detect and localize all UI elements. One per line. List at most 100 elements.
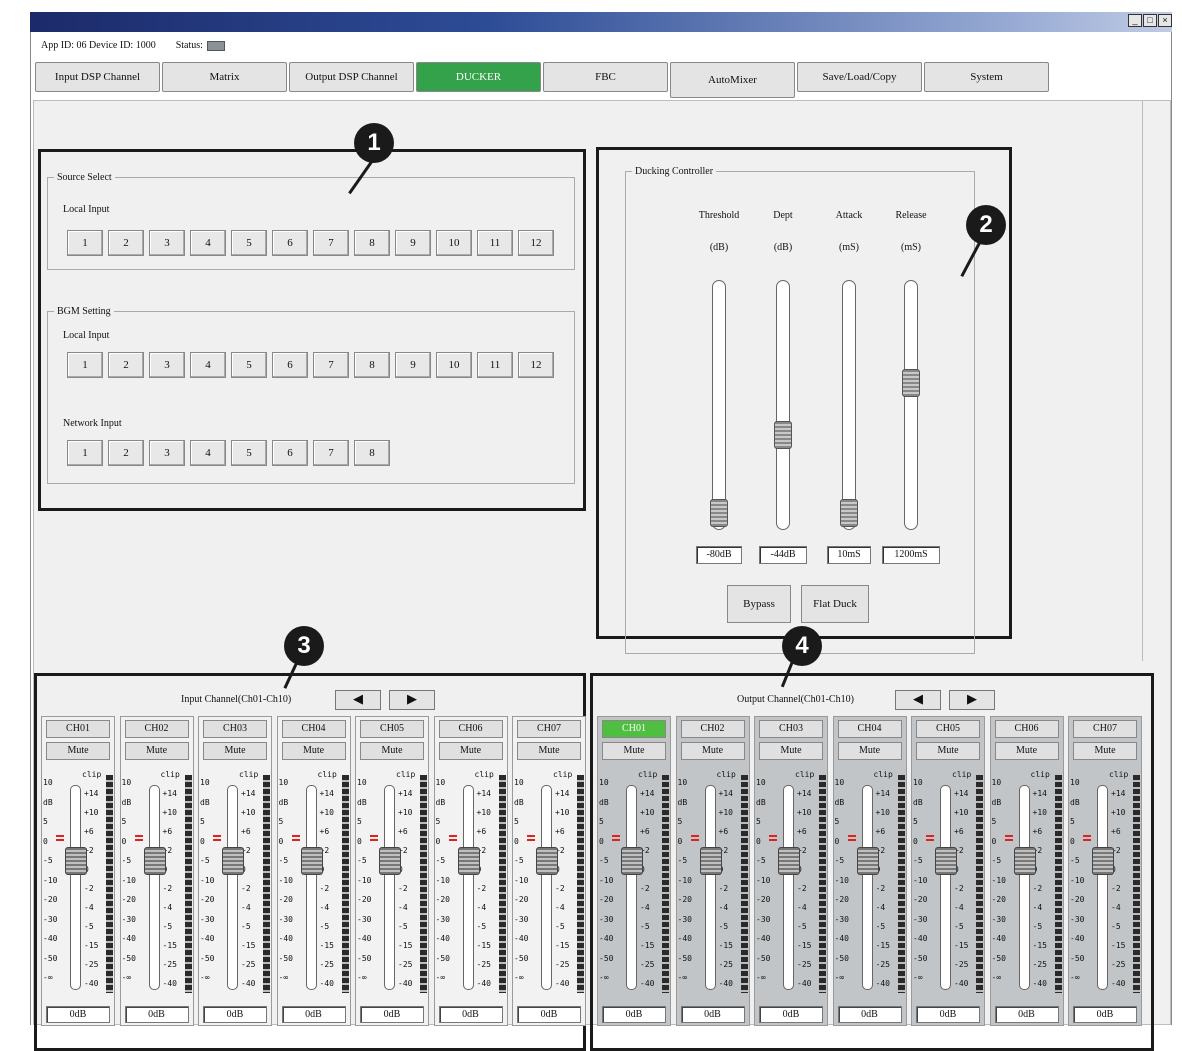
channel-select-button[interactable]: CH05: [360, 720, 424, 738]
fader-track[interactable]: [861, 785, 873, 990]
source-local-button-10[interactable]: 10: [436, 230, 472, 256]
fader-track[interactable]: [305, 785, 317, 990]
source-local-button-12[interactable]: 12: [518, 230, 554, 256]
bgm-local-button-9[interactable]: 9: [395, 352, 431, 378]
channel-select-button[interactable]: CH05: [916, 720, 980, 738]
maximize-button[interactable]: □: [1143, 14, 1157, 27]
dept-slider-track[interactable]: [776, 280, 790, 530]
fader-thumb[interactable]: [621, 847, 643, 875]
mute-button[interactable]: Mute: [46, 742, 110, 760]
flat-duck-button[interactable]: Flat Duck: [801, 585, 869, 623]
channel-select-button[interactable]: CH07: [517, 720, 581, 738]
fader-value[interactable]: 0dB: [281, 1006, 346, 1023]
source-local-button-1[interactable]: 1: [67, 230, 103, 256]
fader-value[interactable]: 0dB: [680, 1006, 745, 1023]
mute-button[interactable]: Mute: [1073, 742, 1137, 760]
bgm-local-button-10[interactable]: 10: [436, 352, 472, 378]
attack-slider-thumb[interactable]: [840, 499, 858, 527]
fader-value[interactable]: 0dB: [124, 1006, 189, 1023]
mute-button[interactable]: Mute: [994, 742, 1059, 760]
bgm-local-button-1[interactable]: 1: [67, 352, 103, 378]
fader-value[interactable]: 0dB: [916, 1006, 980, 1023]
release-slider-track[interactable]: [904, 280, 918, 530]
tab-matrix[interactable]: Matrix: [162, 62, 287, 92]
source-local-button-11[interactable]: 11: [477, 230, 513, 256]
bgm-local-button-7[interactable]: 7: [313, 352, 349, 378]
fader-track[interactable]: [462, 785, 474, 990]
bgm-local-button-2[interactable]: 2: [108, 352, 144, 378]
fader-thumb[interactable]: [699, 847, 722, 875]
fader-thumb[interactable]: [457, 847, 480, 875]
fader-value[interactable]: 0dB: [438, 1006, 503, 1023]
mute-button[interactable]: Mute: [438, 742, 503, 760]
tab-save-load-copy[interactable]: Save/Load/Copy: [797, 62, 922, 92]
bgm-local-button-12[interactable]: 12: [518, 352, 554, 378]
bgm-local-button-4[interactable]: 4: [190, 352, 226, 378]
tab-automixer[interactable]: AutoMixer: [670, 62, 795, 98]
channel-select-button[interactable]: CH06: [438, 720, 503, 738]
fader-thumb[interactable]: [935, 847, 957, 875]
mute-button[interactable]: Mute: [916, 742, 980, 760]
fader-track[interactable]: [148, 785, 160, 990]
attack-value[interactable]: 10mS: [827, 546, 871, 564]
tab-input-dsp-channel[interactable]: Input DSP Channel: [35, 62, 160, 92]
fader-track[interactable]: [541, 785, 552, 990]
tab-ducker[interactable]: DUCKER: [416, 62, 541, 92]
fader-thumb[interactable]: [379, 847, 401, 875]
source-local-button-6[interactable]: 6: [272, 230, 308, 256]
fader-value[interactable]: 0dB: [1073, 1006, 1137, 1023]
bgm-network-button-5[interactable]: 5: [231, 440, 267, 466]
bgm-network-button-2[interactable]: 2: [108, 440, 144, 466]
fader-track[interactable]: [1018, 785, 1030, 990]
fader-value[interactable]: 0dB: [360, 1006, 424, 1023]
bgm-network-button-4[interactable]: 4: [190, 440, 226, 466]
fader-thumb[interactable]: [65, 847, 87, 875]
release-slider-thumb[interactable]: [902, 369, 920, 398]
input-next-button[interactable]: ▶: [389, 690, 435, 710]
fader-track[interactable]: [1097, 785, 1108, 990]
mute-button[interactable]: Mute: [837, 742, 902, 760]
fader-track[interactable]: [704, 785, 716, 990]
tab-system[interactable]: System: [924, 62, 1049, 92]
source-local-button-8[interactable]: 8: [354, 230, 390, 256]
fader-value[interactable]: 0dB: [46, 1006, 110, 1023]
fader-value[interactable]: 0dB: [602, 1006, 666, 1023]
fader-thumb[interactable]: [1092, 847, 1114, 875]
mute-button[interactable]: Mute: [281, 742, 346, 760]
mute-button[interactable]: Mute: [203, 742, 267, 760]
mute-button[interactable]: Mute: [759, 742, 823, 760]
channel-select-button[interactable]: CH02: [680, 720, 745, 738]
fader-track[interactable]: [70, 785, 81, 990]
fader-value[interactable]: 0dB: [203, 1006, 267, 1023]
minimize-button[interactable]: _: [1128, 14, 1142, 27]
attack-slider-track[interactable]: [842, 280, 856, 530]
bgm-network-button-3[interactable]: 3: [149, 440, 185, 466]
fader-track[interactable]: [940, 785, 951, 990]
mute-button[interactable]: Mute: [602, 742, 666, 760]
mute-button[interactable]: Mute: [517, 742, 581, 760]
threshold-slider-track[interactable]: [712, 280, 726, 530]
channel-select-button[interactable]: CH04: [837, 720, 902, 738]
channel-select-button[interactable]: CH02: [124, 720, 189, 738]
fader-thumb[interactable]: [778, 847, 800, 875]
fader-value[interactable]: 0dB: [994, 1006, 1059, 1023]
bgm-network-button-1[interactable]: 1: [67, 440, 103, 466]
bgm-local-button-3[interactable]: 3: [149, 352, 185, 378]
channel-select-button[interactable]: CH03: [203, 720, 267, 738]
mute-button[interactable]: Mute: [360, 742, 424, 760]
source-local-button-7[interactable]: 7: [313, 230, 349, 256]
fader-track[interactable]: [626, 785, 637, 990]
fader-track[interactable]: [783, 785, 794, 990]
bgm-network-button-6[interactable]: 6: [272, 440, 308, 466]
threshold-value[interactable]: -80dB: [696, 546, 742, 564]
release-value[interactable]: 1200mS: [882, 546, 940, 564]
bgm-local-button-5[interactable]: 5: [231, 352, 267, 378]
channel-select-button[interactable]: CH01: [602, 720, 666, 738]
bgm-local-button-8[interactable]: 8: [354, 352, 390, 378]
fader-track[interactable]: [227, 785, 238, 990]
channel-select-button[interactable]: CH07: [1073, 720, 1137, 738]
mute-button[interactable]: Mute: [124, 742, 189, 760]
channel-select-button[interactable]: CH06: [994, 720, 1059, 738]
output-next-button[interactable]: ▶: [949, 690, 995, 710]
mute-button[interactable]: Mute: [680, 742, 745, 760]
